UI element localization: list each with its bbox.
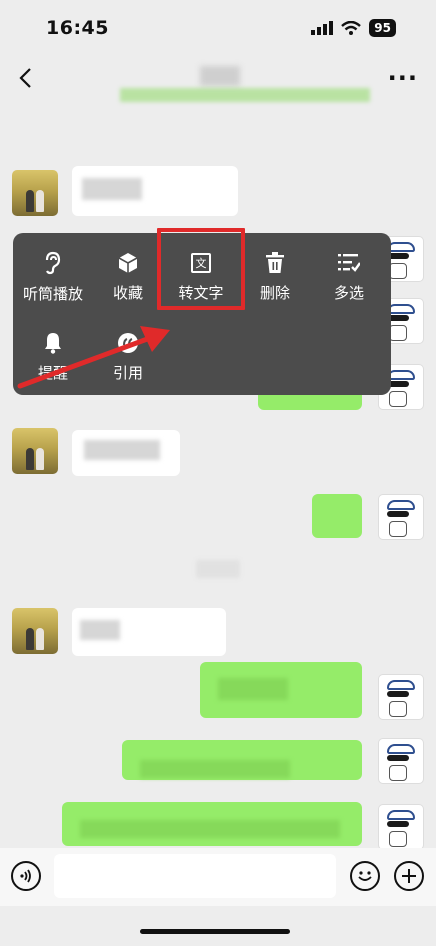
avatar[interactable] xyxy=(378,804,424,850)
avatar[interactable] xyxy=(378,674,424,720)
avatar[interactable] xyxy=(12,608,58,654)
blurred-text xyxy=(84,440,160,460)
avatar[interactable] xyxy=(12,428,58,474)
message-input[interactable] xyxy=(54,854,336,898)
home-indicator xyxy=(140,929,290,934)
voice-toggle-icon[interactable] xyxy=(11,861,41,891)
avatar[interactable] xyxy=(378,738,424,784)
timestamp-blurred xyxy=(196,560,240,578)
avatar[interactable] xyxy=(378,494,424,540)
blurred-text xyxy=(218,678,288,700)
blurred-text xyxy=(80,820,340,838)
message-bubble[interactable] xyxy=(312,494,362,538)
chat-input-bar xyxy=(0,848,436,906)
blurred-text xyxy=(140,760,290,778)
add-icon[interactable] xyxy=(394,861,424,891)
emoji-icon[interactable] xyxy=(350,861,380,891)
blurred-text xyxy=(80,620,120,640)
